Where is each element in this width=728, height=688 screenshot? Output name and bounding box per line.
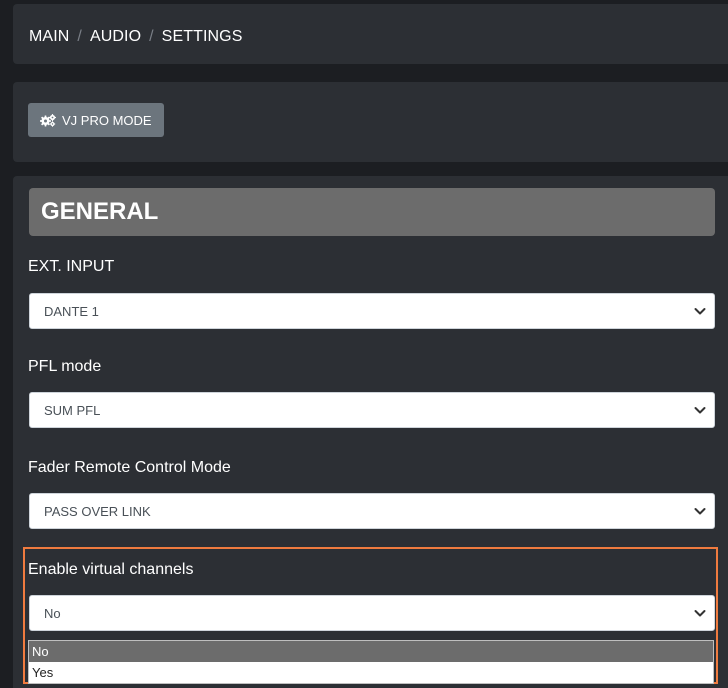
general-settings-card: GENERAL EXT. INPUT DANTE 1 PFL mode SUM … — [13, 176, 728, 688]
breadcrumb-separator: / — [77, 28, 82, 45]
vj-pro-mode-label: VJ PRO MODE — [62, 112, 152, 128]
dropdown-option-yes[interactable]: Yes — [29, 662, 713, 683]
pfl-mode-value: SUM PFL — [44, 402, 101, 418]
fader-remote-value: PASS OVER LINK — [44, 503, 151, 519]
pfl-mode-select[interactable]: SUM PFL — [29, 392, 715, 428]
fader-remote-select[interactable]: PASS OVER LINK — [29, 493, 715, 529]
breadcrumb: MAIN / AUDIO / SETTINGS — [29, 28, 242, 46]
chevron-down-icon — [694, 304, 706, 319]
chevron-down-icon — [694, 606, 706, 621]
section-title: GENERAL — [29, 188, 715, 236]
settings-page: MAIN / AUDIO / SETTINGS VJ PRO MODE GENE… — [0, 0, 728, 688]
fader-remote-label: Fader Remote Control Mode — [28, 459, 231, 476]
ext-input-select[interactable]: DANTE 1 — [29, 293, 715, 329]
ext-input-label: EXT. INPUT — [28, 258, 115, 275]
breadcrumb-settings: SETTINGS — [161, 28, 243, 45]
breadcrumb-main[interactable]: MAIN — [29, 28, 69, 45]
chevron-down-icon — [694, 504, 706, 519]
virtual-channels-value: No — [44, 605, 61, 621]
breadcrumb-separator: / — [149, 28, 154, 45]
virtual-channels-label: Enable virtual channels — [28, 561, 194, 578]
breadcrumb-audio[interactable]: AUDIO — [90, 28, 141, 45]
virtual-channels-select[interactable]: No — [29, 595, 715, 631]
ext-input-value: DANTE 1 — [44, 303, 99, 319]
dropdown-option-no[interactable]: No — [29, 641, 713, 662]
mode-card: VJ PRO MODE — [13, 82, 728, 162]
chevron-down-icon — [694, 403, 706, 418]
virtual-channels-dropdown-list: No Yes — [28, 640, 714, 684]
cogs-icon — [40, 113, 56, 127]
pfl-mode-label: PFL mode — [28, 358, 102, 375]
breadcrumb-card: MAIN / AUDIO / SETTINGS — [13, 4, 728, 64]
vj-pro-mode-button[interactable]: VJ PRO MODE — [28, 103, 164, 137]
